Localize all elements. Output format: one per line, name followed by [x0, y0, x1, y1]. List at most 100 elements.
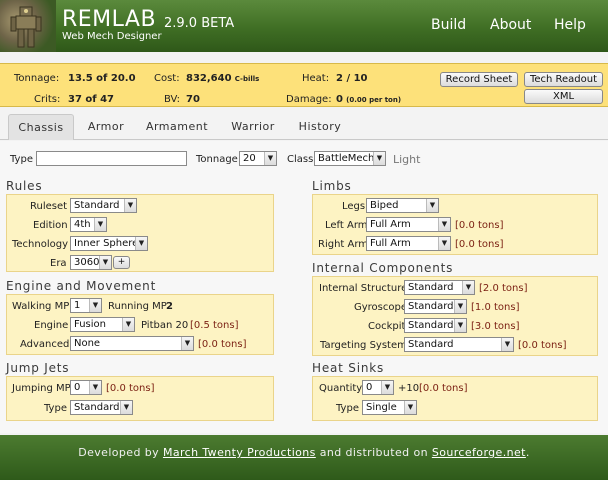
chevron-down-icon: ▼ — [462, 281, 474, 294]
heat-sinks-title: Heat Sinks — [312, 361, 385, 375]
ruleset-select[interactable]: Standard ▼ — [70, 198, 137, 213]
chevron-down-icon: ▼ — [124, 199, 136, 212]
advanced-label: Advanced — [20, 339, 70, 350]
mech-robot-icon — [10, 6, 42, 48]
type-input[interactable] — [36, 151, 187, 166]
chevron-down-icon: ▼ — [438, 218, 450, 231]
chevron-down-icon: ▼ — [264, 152, 276, 165]
jump-type-select[interactable]: Standard ▼ — [70, 400, 133, 415]
class-select[interactable]: BattleMech ▼ — [314, 151, 386, 166]
chevron-down-icon: ▼ — [454, 319, 466, 332]
chevron-down-icon: ▼ — [438, 237, 450, 250]
right-arm-tons: [0.0 tons] — [455, 239, 504, 250]
chevron-down-icon: ▼ — [99, 256, 111, 269]
bv-summary-label: BV: — [164, 94, 180, 105]
chevron-down-icon: ▼ — [454, 300, 466, 313]
chevron-down-icon: ▼ — [89, 299, 101, 312]
chevron-down-icon: ▼ — [404, 401, 416, 414]
tab-bar: Chassis Armor Armament Warrior History — [0, 114, 608, 140]
type-label: Type — [10, 154, 33, 165]
crits-summary-label: Crits: — [34, 94, 61, 105]
cockpit-tons: [3.0 tons] — [471, 321, 520, 332]
rules-title: Rules — [6, 179, 43, 193]
damage-summary-value: 0 (0.00 per ton) — [336, 94, 402, 105]
tab-armor[interactable]: Armor — [80, 114, 132, 140]
engine-label: Engine — [34, 320, 69, 331]
internal-structure-select[interactable]: Standard ▼ — [404, 280, 475, 295]
advanced-tons: [0.0 tons] — [198, 339, 247, 350]
right-arm-select[interactable]: Full Arm ▼ — [366, 236, 451, 251]
walking-mp-label: Walking MP — [12, 301, 70, 312]
nav-about[interactable]: About — [490, 17, 531, 33]
chevron-down-icon: ▼ — [120, 401, 132, 414]
chevron-down-icon: ▼ — [89, 381, 101, 394]
technology-select[interactable]: Inner Sphere ▼ — [70, 236, 148, 251]
footer-prefix: Developed by — [78, 446, 163, 459]
edition-select[interactable]: 4th ▼ — [70, 217, 107, 232]
tech-readout-button[interactable]: Tech Readout — [524, 72, 603, 87]
era-select[interactable]: 3060 ▼ — [70, 255, 112, 270]
ruleset-label: Ruleset — [30, 201, 68, 212]
jump-jets-title: Jump Jets — [6, 361, 70, 375]
tonnage-summary-label: Tonnage: — [14, 73, 60, 84]
bv-summary-value: 70 — [186, 94, 200, 105]
app-footer: Developed by March Twenty Productions an… — [0, 435, 608, 480]
targeting-system-select[interactable]: Standard ▼ — [404, 337, 514, 352]
cockpit-label: Cockpit — [368, 321, 406, 332]
sourceforge-link[interactable]: Sourceforge.net — [432, 446, 526, 459]
quantity-tons: [0.0 tons] — [419, 383, 468, 394]
app-version: 2.9.0 BETA — [164, 16, 235, 31]
quantity-label: Quantity — [319, 383, 363, 394]
jumping-mp-select[interactable]: 0 ▼ — [70, 380, 102, 395]
era-label: Era — [50, 258, 67, 269]
app-tagline: Web Mech Designer — [62, 31, 162, 42]
nav-build[interactable]: Build — [431, 17, 466, 33]
technology-label: Technology — [12, 239, 69, 250]
running-mp-value: 2 — [166, 301, 173, 312]
gyroscope-select[interactable]: Standard ▼ — [404, 299, 467, 314]
weight-class-text: Light — [393, 153, 421, 166]
nav-help[interactable]: Help — [554, 17, 586, 33]
engine-select[interactable]: Fusion ▼ — [70, 317, 135, 332]
quantity-select[interactable]: 0 ▼ — [362, 380, 394, 395]
internal-structure-label: Internal Structure — [319, 283, 408, 294]
tab-history[interactable]: History — [292, 114, 348, 140]
tab-chassis[interactable]: Chassis — [8, 114, 74, 140]
walking-mp-select[interactable]: 1 ▼ — [70, 298, 102, 313]
tonnage-select[interactable]: 20 ▼ — [239, 151, 277, 166]
chevron-down-icon: ▼ — [373, 152, 385, 165]
tonnage-summary-value: 13.5 of 20.0 — [68, 73, 136, 84]
legs-select[interactable]: Biped ▼ — [366, 198, 439, 213]
footer-suffix: . — [525, 446, 530, 459]
heat-sink-type-select[interactable]: Single ▼ — [362, 400, 417, 415]
record-sheet-button[interactable]: Record Sheet — [440, 72, 518, 87]
chevron-down-icon: ▼ — [381, 381, 393, 394]
edition-label: Edition — [33, 220, 68, 231]
targeting-system-label: Targeting System — [320, 340, 407, 351]
chevron-down-icon: ▼ — [181, 337, 193, 350]
heat-summary-label: Heat: — [302, 73, 330, 84]
targeting-system-tons: [0.0 tons] — [518, 340, 567, 351]
summary-bar: Tonnage: 13.5 of 20.0 Crits: 37 of 47 Co… — [0, 63, 608, 107]
gyroscope-tons: [1.0 tons] — [471, 302, 520, 313]
era-add-button[interactable]: + — [113, 256, 130, 269]
xml-button[interactable]: XML — [524, 89, 603, 104]
heat-sink-type-label: Type — [336, 403, 359, 414]
app-brand-title: REMLAB — [62, 7, 157, 32]
internal-title: Internal Components — [312, 261, 454, 275]
left-arm-select[interactable]: Full Arm ▼ — [366, 217, 451, 232]
tab-warrior[interactable]: Warrior — [222, 114, 284, 140]
cost-summary-label: Cost: — [154, 73, 180, 84]
left-arm-label: Left Arm — [325, 220, 368, 231]
chevron-down-icon: ▼ — [426, 199, 438, 212]
limbs-title: Limbs — [312, 179, 352, 193]
cockpit-select[interactable]: Standard ▼ — [404, 318, 467, 333]
tonnage-label: Tonnage — [196, 154, 238, 165]
jumping-tons: [0.0 tons] — [106, 383, 155, 394]
march-twenty-link[interactable]: March Twenty Productions — [163, 446, 316, 459]
damage-summary-label: Damage: — [286, 94, 332, 105]
chevron-down-icon: ▼ — [94, 218, 106, 231]
tab-armament[interactable]: Armament — [140, 114, 214, 140]
advanced-select[interactable]: None ▼ — [70, 336, 194, 351]
jumping-mp-label: Jumping MP — [12, 383, 71, 394]
